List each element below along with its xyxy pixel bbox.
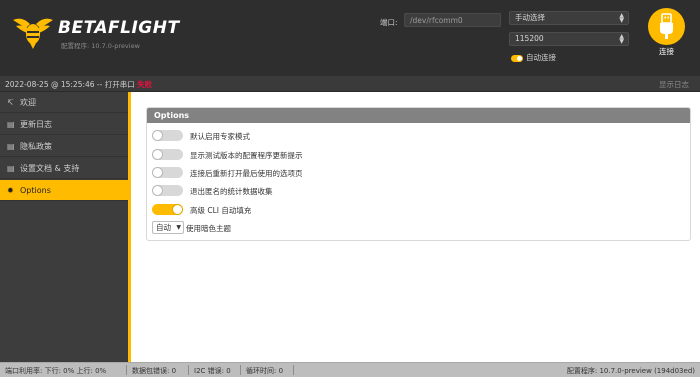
option-label: 默认启用专家模式 xyxy=(190,132,250,141)
dark-theme-value: 自动 xyxy=(156,223,171,232)
sidebar-item-label: Options xyxy=(20,186,51,195)
sidebar-item-welcome[interactable]: ↸ 欢迎 xyxy=(0,92,128,113)
connect-label: 连接 xyxy=(659,47,674,56)
connect-button[interactable] xyxy=(648,8,685,45)
cli-autocomplete-toggle[interactable] xyxy=(152,204,183,215)
status-divider xyxy=(240,365,241,375)
baud-rate-select[interactable]: 115200 ▲ ▼ xyxy=(509,32,629,46)
port-usage: 端口利用率: 下行: 0% 上行: 0% xyxy=(5,367,107,375)
status-divider xyxy=(126,365,127,375)
option-label: 连接后重新打开最后使用的选项页 xyxy=(190,169,303,178)
usb-plug-icon xyxy=(660,13,673,39)
brand-name: BETAFLIGHT xyxy=(58,18,180,38)
baud-rate-value: 115200 xyxy=(515,34,544,43)
sidebar-item-label: 更新日志 xyxy=(20,120,52,129)
sidebar-item-label: 欢迎 xyxy=(20,98,36,107)
option-label: 退出匿名的统计数据收集 xyxy=(190,187,273,196)
i2c-errors: I2C 错误: 0 xyxy=(194,367,231,375)
auto-connect[interactable]: 自动连接 xyxy=(511,52,556,63)
show-log-link[interactable]: 显示日志 xyxy=(659,79,689,90)
log-message: 2022-08-25 @ 15:25:46 -- 打开串口 失败 xyxy=(5,79,152,90)
sidebar-item-options[interactable]: ✹ Options xyxy=(0,180,128,201)
welcome-icon: ↸ xyxy=(7,98,14,107)
log-status-fail: 失败 xyxy=(137,80,153,89)
analytics-optout-toggle[interactable] xyxy=(152,185,183,196)
sidebar-item-label: 设置文档 & 支持 xyxy=(20,164,80,173)
auto-connect-toggle[interactable] xyxy=(511,54,523,62)
betaflight-logo-icon xyxy=(13,18,53,49)
packet-errors: 数据包错误: 0 xyxy=(132,367,177,375)
status-bar: 端口利用率: 下行: 0% 上行: 0% 数据包错误: 0 I2C 错误: 0 … xyxy=(0,362,700,377)
cycle-time: 循环时间: 0 xyxy=(246,367,284,375)
reopen-last-tab-toggle[interactable] xyxy=(152,167,183,178)
privacy-icon: ▤ xyxy=(7,142,15,151)
configurator-version: 配置程序: 10.7.0-preview xyxy=(61,42,140,50)
dark-theme-select[interactable]: 自动 ▼ xyxy=(152,221,184,234)
log-bar: 2022-08-25 @ 15:25:46 -- 打开串口 失败 显示日志 xyxy=(0,76,700,92)
port-select-value: 手动选择 xyxy=(515,13,545,22)
gear-icon: ✹ xyxy=(7,186,14,195)
help-icon: ▤ xyxy=(7,164,15,173)
select-arrows-icon: ▲ ▼ xyxy=(619,12,624,24)
status-divider xyxy=(293,365,294,375)
changelog-icon: ▤ xyxy=(7,120,15,129)
option-label: 显示测试版本的配置程序更新提示 xyxy=(190,151,303,160)
option-label: 使用暗色主题 xyxy=(186,224,231,233)
sidebar-item-privacy[interactable]: ▤ 隐私政策 xyxy=(0,136,128,157)
brand-beta: BETA xyxy=(58,18,109,38)
sidebar: ↸ 欢迎 ▤ 更新日志 ▤ 隐私政策 ▤ 设置文档 & 支持 ✹ Options xyxy=(0,92,131,362)
configurator-version-status: 配置程序: 10.7.0-preview (194d03ed) xyxy=(566,367,695,375)
options-panel-title: Options xyxy=(147,108,690,123)
log-message-text: 2022-08-25 @ 15:25:46 -- 打开串口 xyxy=(5,80,135,89)
expert-mode-toggle[interactable] xyxy=(152,130,183,141)
options-panel: Options 默认启用专家模式 显示测试版本的配置程序更新提示 连接后重新打开… xyxy=(146,107,691,241)
status-divider xyxy=(188,365,189,375)
auto-connect-label: 自动连接 xyxy=(526,53,556,62)
brand-flight: FLIGHT xyxy=(108,18,180,38)
sidebar-item-label: 隐私政策 xyxy=(20,142,52,151)
sidebar-item-help[interactable]: ▤ 设置文档 & 支持 xyxy=(0,158,128,179)
sidebar-item-changelog[interactable]: ▤ 更新日志 xyxy=(0,114,128,135)
caret-down-icon: ▼ xyxy=(176,224,181,231)
select-arrows-icon: ▲ ▼ xyxy=(619,33,624,45)
beta-update-toggle[interactable] xyxy=(152,149,183,160)
port-path-input[interactable]: /dev/rfcomm0 xyxy=(404,13,501,27)
header: BETAFLIGHT 配置程序: 10.7.0-preview 端口: /dev… xyxy=(0,0,700,76)
port-label: 端口: xyxy=(380,18,398,27)
port-select[interactable]: 手动选择 ▲ ▼ xyxy=(509,11,629,25)
option-label: 高级 CLI 自动填充 xyxy=(190,206,252,215)
main-content: Options 默认启用专家模式 显示测试版本的配置程序更新提示 连接后重新打开… xyxy=(131,92,700,362)
